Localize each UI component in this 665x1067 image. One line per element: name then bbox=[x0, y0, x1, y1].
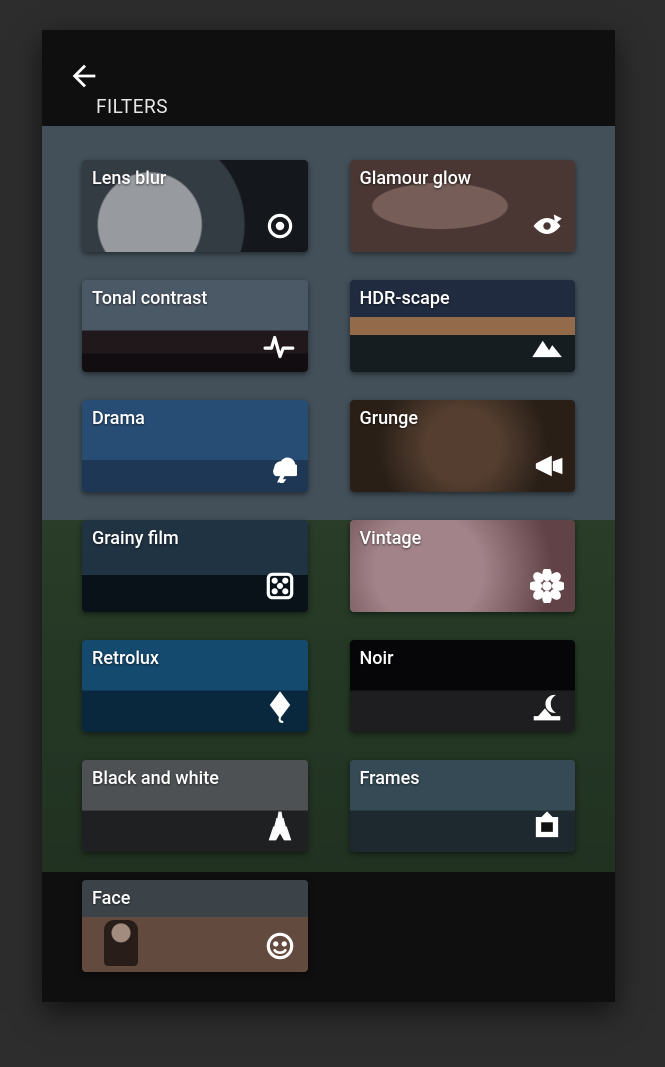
filters-stage: Lens blur Glamour glow Tonal contrast HDR-s… bbox=[42, 126, 615, 1002]
filter-label: Retrolux bbox=[92, 648, 159, 669]
filter-label: Grunge bbox=[360, 408, 419, 429]
filter-card-grunge[interactable]: Grunge bbox=[350, 400, 576, 492]
filter-label: Noir bbox=[360, 648, 394, 669]
filter-card-grainy-film[interactable]: Grainy film bbox=[82, 520, 308, 612]
filter-label: Frames bbox=[360, 768, 420, 789]
face-icon bbox=[262, 928, 298, 964]
frame-icon bbox=[529, 808, 565, 844]
filter-card-frames[interactable]: Frames bbox=[350, 760, 576, 852]
filter-label: Grainy film bbox=[92, 528, 179, 549]
filter-label: Drama bbox=[92, 408, 145, 429]
dice-icon bbox=[262, 568, 298, 604]
filter-card-noir[interactable]: Noir bbox=[350, 640, 576, 732]
filters-grid: Lens blur Glamour glow Tonal contrast HDR-s… bbox=[42, 126, 615, 1002]
mountains-icon bbox=[529, 328, 565, 364]
filter-label: Black and white bbox=[92, 768, 219, 789]
filter-label: Glamour glow bbox=[360, 168, 472, 189]
filter-card-black-and-white[interactable]: Black and white bbox=[82, 760, 308, 852]
pulse-icon bbox=[262, 328, 298, 364]
eiffel-icon bbox=[262, 808, 298, 844]
filter-card-glamour-glow[interactable]: Glamour glow bbox=[350, 160, 576, 252]
flower-icon bbox=[529, 568, 565, 604]
filter-label: Vintage bbox=[360, 528, 422, 549]
filter-card-tonal-contrast[interactable]: Tonal contrast bbox=[82, 280, 308, 372]
kite-icon bbox=[262, 688, 298, 724]
filter-card-face[interactable]: Face bbox=[82, 880, 308, 972]
storm-icon bbox=[262, 448, 298, 484]
night-icon bbox=[529, 688, 565, 724]
filter-card-retrolux[interactable]: Retrolux bbox=[82, 640, 308, 732]
back-button[interactable] bbox=[60, 52, 108, 100]
page-title: FILTERS bbox=[96, 95, 168, 118]
filter-label: Tonal contrast bbox=[92, 288, 207, 309]
megaphone-icon bbox=[529, 448, 565, 484]
top-bar: FILTERS bbox=[42, 30, 615, 126]
filter-card-lens-blur[interactable]: Lens blur bbox=[82, 160, 308, 252]
filter-label: HDR-scape bbox=[360, 288, 450, 309]
filter-label: Face bbox=[92, 888, 130, 909]
arrow-back-icon bbox=[67, 59, 101, 93]
filter-label: Lens blur bbox=[92, 168, 166, 189]
filter-card-drama[interactable]: Drama bbox=[82, 400, 308, 492]
app-screen: FILTERS Lens blur Glamour glow Tonal contr… bbox=[42, 30, 615, 1002]
target-icon bbox=[262, 208, 298, 244]
filter-card-hdr-scape[interactable]: HDR-scape bbox=[350, 280, 576, 372]
filter-card-vintage[interactable]: Vintage bbox=[350, 520, 576, 612]
eye-icon bbox=[529, 208, 565, 244]
